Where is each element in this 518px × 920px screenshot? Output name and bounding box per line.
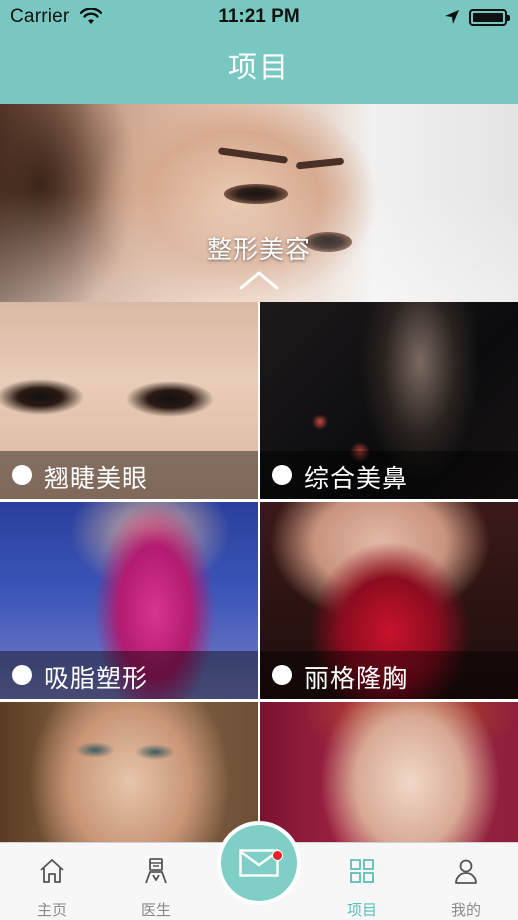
bullet-icon	[272, 465, 292, 485]
tab-me[interactable]: 我的	[414, 843, 518, 920]
tab-label: 项目	[346, 901, 377, 919]
tile-breast[interactable]: 丽格隆胸	[260, 502, 518, 699]
tile-liposuction[interactable]: 吸脂塑形	[0, 502, 258, 699]
notification-badge	[272, 850, 283, 861]
tile-label: 翘睫美眼	[44, 464, 149, 493]
tile-label-bar: 丽格隆胸	[260, 651, 518, 699]
status-bar: Carrier 11:21 PM	[0, 0, 518, 34]
tab-label: 主页	[36, 901, 67, 919]
tile-label-bar: 综合美鼻	[260, 451, 518, 499]
bullet-icon	[272, 665, 292, 685]
tile-label: 丽格隆胸	[304, 664, 409, 693]
banner-image-detail	[217, 147, 289, 164]
category-banner[interactable]: 整形美容	[0, 104, 518, 302]
message-button[interactable]	[217, 821, 301, 905]
bullet-icon	[12, 465, 32, 485]
tile-face[interactable]	[260, 702, 518, 842]
tile-eyes[interactable]: 翘睫美眼	[0, 302, 258, 499]
tile-label: 吸脂塑形	[44, 664, 149, 693]
tile-skin[interactable]	[0, 702, 258, 842]
tile-nose[interactable]: 综合美鼻	[260, 302, 518, 499]
tab-label: 我的	[450, 901, 481, 919]
tab-projects[interactable]: 项目	[310, 843, 414, 920]
tile-label: 综合美鼻	[304, 464, 409, 493]
tab-home[interactable]: 主页	[0, 843, 104, 920]
location-arrow-icon	[445, 10, 459, 24]
battery-icon	[469, 9, 510, 26]
bullet-icon	[12, 665, 32, 685]
banner-image-detail	[295, 157, 345, 170]
project-grid: 翘睫美眼 综合美鼻 吸脂塑形 丽格隆胸	[0, 302, 518, 842]
status-time: 11:21 PM	[218, 6, 300, 27]
home-icon	[40, 859, 64, 883]
tile-label-bar: 吸脂塑形	[0, 651, 258, 699]
banner-title: 整形美容	[206, 235, 311, 264]
chevron-up-icon[interactable]	[238, 269, 280, 291]
doctor-icon	[145, 858, 167, 884]
top-bar: Carrier 11:21 PM 项目	[0, 0, 518, 104]
tile-label-bar: 翘睫美眼	[0, 451, 258, 499]
grid-icon	[350, 859, 374, 883]
message-button-circle[interactable]	[221, 825, 297, 901]
tab-label: 医生	[140, 901, 171, 919]
page-title: 项目	[227, 50, 290, 84]
tab-doctors[interactable]: 医生	[104, 843, 208, 920]
person-icon	[455, 859, 477, 884]
